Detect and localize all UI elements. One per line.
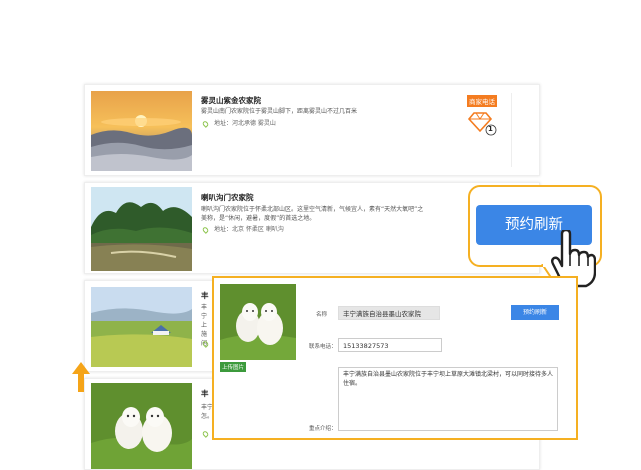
uploaded-image-preview[interactable] xyxy=(220,284,296,360)
listing-description: 雾灵山南门农家院位于雾灵山脚下，距离雾灵山不过几百米 xyxy=(201,108,358,115)
listing-description: 喇叭沟门农家院位于怀柔北部山区。这里空气清新，气候宜人，素有“天然大氧吧”之美称… xyxy=(201,206,424,222)
up-arrow-icon xyxy=(72,362,90,392)
location-pin-icon xyxy=(201,225,210,234)
listing-thumbnail-lambs[interactable] xyxy=(91,383,192,469)
diamond-icon: 1 xyxy=(466,111,500,137)
badge-count: 1 xyxy=(488,125,493,133)
name-input[interactable]: 丰宁满族自治县墨山农家院 xyxy=(338,306,440,320)
phone-input[interactable]: 15133827573 xyxy=(338,338,442,352)
location-pin-icon xyxy=(201,119,210,128)
listing-edit-panel: 上传图片 名称 丰宁满族自治县墨山农家院 预约刷新 联系电话： 15133827… xyxy=(212,276,578,440)
merchant-phone-tag[interactable]: 商家电话 xyxy=(467,95,497,107)
intro-textarea[interactable]: 丰宁满族自治县墨山农家院位于丰宁坝上草原大滩镇北梁村，可以同时接待多人住宿。 xyxy=(338,367,558,431)
listing-address: 地址：河北承德 雾灵山 xyxy=(201,118,276,128)
listing-title[interactable]: 雾灵山紫金农家院 xyxy=(201,95,261,106)
phone-label: 联系电话： xyxy=(309,344,337,350)
listing-title[interactable]: 喇叭沟门农家院 xyxy=(201,192,254,203)
intro-label: 重点介绍： xyxy=(309,426,337,432)
listing-thumbnail-lake[interactable] xyxy=(91,187,192,271)
name-label: 名称 xyxy=(316,312,328,318)
listing-title-fragment[interactable]: 丰 xyxy=(201,388,209,399)
listing-thumbnail-sunrise[interactable] xyxy=(91,91,192,171)
listing-thumbnail-grassland[interactable] xyxy=(91,287,192,367)
listing-title-fragment[interactable]: 丰 xyxy=(201,290,209,301)
refresh-reservation-button[interactable]: 预约刷新 xyxy=(511,305,559,320)
card-divider xyxy=(511,93,512,167)
listing-card[interactable]: 雾灵山紫金农家院 雾灵山南门农家院位于雾灵山脚下，距离雾灵山不过几百米 地址：河… xyxy=(84,84,540,176)
listing-address: 地址：北京 怀柔区 喇叭沟 xyxy=(201,224,284,234)
upload-image-button[interactable]: 上传图片 xyxy=(220,362,247,372)
